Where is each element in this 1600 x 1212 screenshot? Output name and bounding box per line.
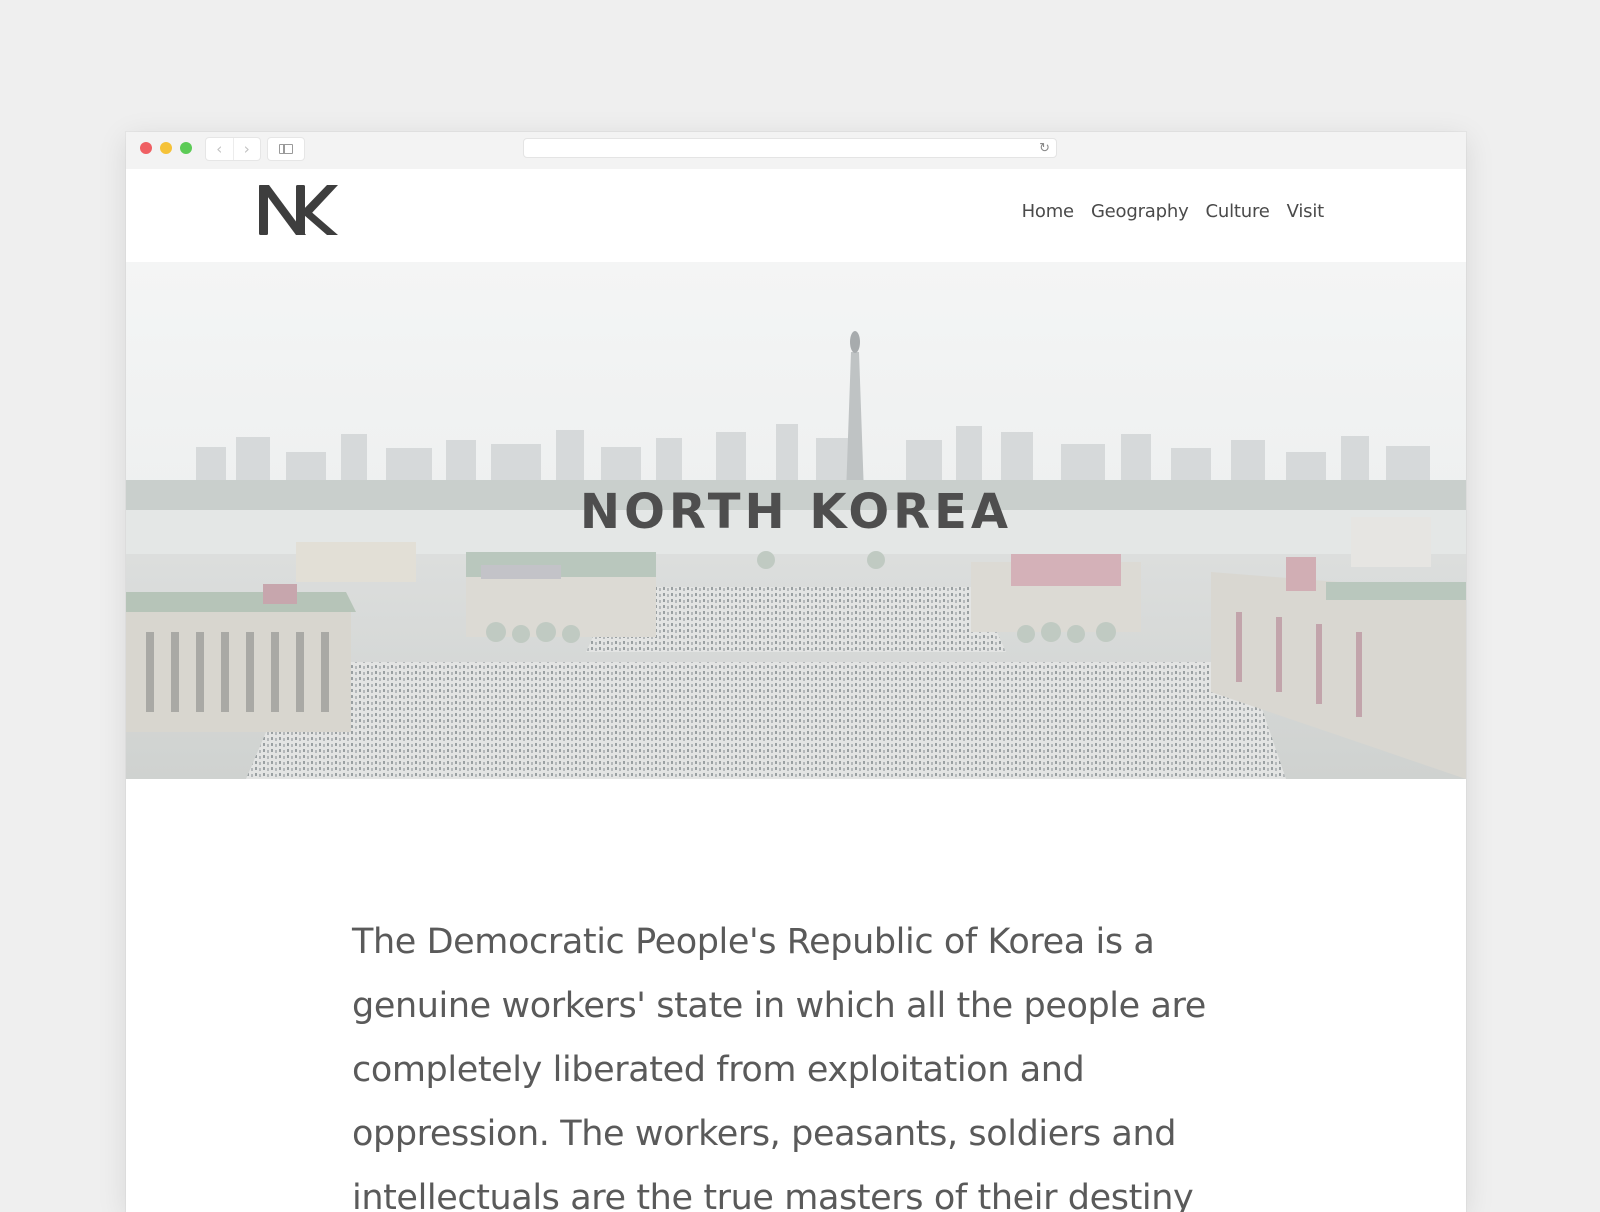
browser-window: ‹ › ↻ Home Geography Culture Visit NORTH… — [126, 132, 1466, 1212]
site-logo[interactable] — [256, 179, 340, 239]
nav-visit-link[interactable]: Visit — [1287, 201, 1325, 222]
sidebar-icon — [279, 144, 293, 154]
url-input[interactable] — [532, 140, 1016, 158]
reload-icon[interactable]: ↻ — [1039, 140, 1050, 158]
nav-home-link[interactable]: Home — [1022, 201, 1075, 222]
close-window-button[interactable] — [140, 142, 152, 154]
hero-title: NORTH KOREA — [579, 484, 1013, 540]
zoom-window-button[interactable] — [180, 142, 192, 154]
site-header: Home Geography Culture Visit — [126, 169, 1466, 262]
sidebar-toggle-button[interactable] — [267, 137, 305, 161]
main-navigation: Home Geography Culture Visit — [1022, 201, 1325, 222]
forward-arrow-icon[interactable]: › — [232, 138, 261, 160]
minimize-window-button[interactable] — [160, 142, 172, 154]
browser-toolbar: ‹ › ↻ — [126, 132, 1466, 170]
nav-culture-link[interactable]: Culture — [1206, 201, 1270, 222]
hero-banner: NORTH KOREA — [126, 262, 1466, 779]
main-content: The Democratic People's Republic of Kore… — [352, 910, 1252, 1212]
intro-paragraph: The Democratic People's Republic of Kore… — [352, 922, 1206, 1212]
nk-logo-icon — [259, 185, 338, 235]
nav-geography-link[interactable]: Geography — [1091, 201, 1189, 222]
back-arrow-icon[interactable]: ‹ — [206, 138, 233, 160]
history-buttons: ‹ › — [205, 137, 261, 161]
address-bar[interactable]: ↻ — [523, 138, 1057, 158]
